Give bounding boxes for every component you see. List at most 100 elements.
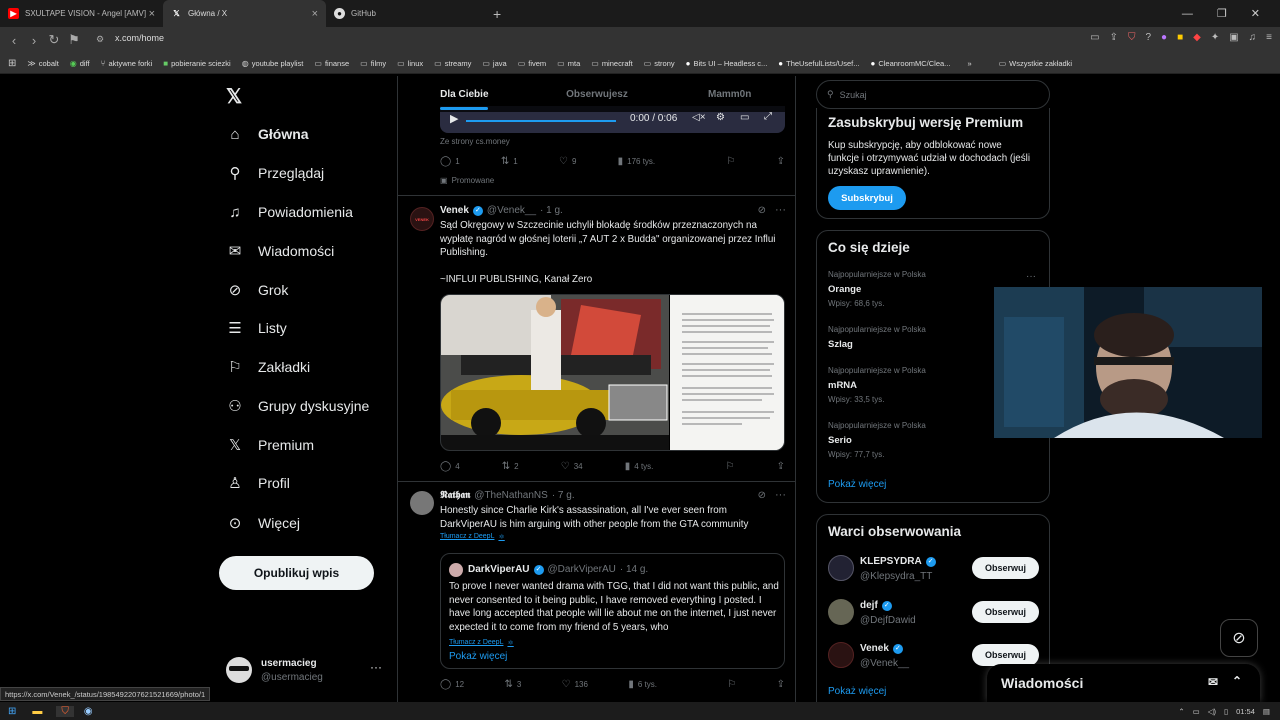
share-button[interactable]: ⇪ xyxy=(777,679,785,690)
bookmark-item[interactable]: ≫ cobalt xyxy=(27,59,58,68)
extension-icon[interactable]: ● xyxy=(1161,32,1167,43)
bookmark-button[interactable]: ⚐ xyxy=(726,156,735,167)
sidebar-item-messages[interactable]: ✉ Wiadomości xyxy=(226,239,335,263)
reply-button[interactable]: ◯ 1 xyxy=(440,156,460,167)
bookmark-folder[interactable]: ▭ linux xyxy=(397,59,423,68)
restore-icon[interactable]: ❐ xyxy=(1217,7,1227,20)
share-button[interactable]: ⇪ xyxy=(777,156,785,167)
post-venek[interactable]: VENEK Venek ✓ @Venek__ · 1 g. ⊘ ··· Sąd … xyxy=(398,197,795,482)
play-icon[interactable]: ▶ xyxy=(450,112,458,125)
views-button[interactable]: ▮ 4 tys. xyxy=(625,461,654,472)
extensions-icon[interactable]: ✦ xyxy=(1211,32,1219,43)
bookmark-item[interactable]: ● Bits UI – Headless c... xyxy=(686,59,768,68)
account-switcher[interactable]: usermacieg @usermacieg ··· xyxy=(226,654,386,690)
show-more-trends[interactable]: Pokaż więcej xyxy=(828,479,886,490)
clock[interactable]: 01:54 xyxy=(1236,707,1255,716)
bookmark-folder[interactable]: ▭ minecraft xyxy=(591,59,632,68)
reply-button[interactable]: ◯ 4 xyxy=(440,461,460,472)
media-photo-2[interactable] xyxy=(670,295,784,450)
sidebar-item-explore[interactable]: ⚲ Przeglądaj xyxy=(226,161,325,185)
bookmark-item[interactable]: ■ pobieranie sciezki xyxy=(163,59,230,68)
post-nathan[interactable]: 𝕹𝖆𝖙𝖍𝖆𝖓 @TheNathanNS · 7 g. ⊘ ··· Honestl… xyxy=(398,483,795,702)
views-button[interactable]: ▮ 176 tys. xyxy=(618,156,656,167)
show-more-follow[interactable]: Pokaż więcej xyxy=(828,686,886,697)
extension-icon[interactable]: ■ xyxy=(1177,32,1183,43)
mute-icon[interactable]: ◁× xyxy=(692,112,706,123)
tab-following[interactable]: Obserwujesz xyxy=(531,76,664,112)
media-photo-1[interactable] xyxy=(441,295,669,450)
more-icon[interactable]: ··· xyxy=(1026,271,1036,282)
pip-icon[interactable]: ▭ xyxy=(740,112,749,123)
grok-icon[interactable]: ⊘ xyxy=(758,490,766,501)
post-button[interactable]: Opublikuj wpis xyxy=(219,556,374,590)
tab-youtube[interactable]: ▶ SXULTAPE VISION - Angel [AMV] × xyxy=(0,0,163,27)
subscribe-button[interactable]: Subskrybuj xyxy=(828,186,906,210)
bookmark-folder[interactable]: ▭ java xyxy=(482,59,506,68)
sidebar-icon[interactable]: ▣ xyxy=(1229,32,1238,43)
explorer-icon[interactable]: ▬ xyxy=(32,706,42,717)
tray-up-icon[interactable]: ⌃ xyxy=(1178,707,1184,716)
sidebar-item-more[interactable]: ⊙ Więcej xyxy=(226,511,300,535)
menu-icon[interactable]: ≡ xyxy=(1266,32,1272,43)
author-name[interactable]: Venek xyxy=(440,205,469,216)
cast-icon[interactable]: ▭ xyxy=(1090,32,1099,43)
site-settings-icon[interactable]: ⚙ xyxy=(96,34,104,45)
tab-x-home[interactable]: 𝕏 Główna / X × xyxy=(163,0,326,27)
start-icon[interactable]: ⊞ xyxy=(8,706,16,717)
bookmark-folder[interactable]: ▭ streamy xyxy=(434,59,471,68)
sidebar-item-bookmarks[interactable]: ⚐ Zakładki xyxy=(226,355,310,379)
sidebar-item-notifications[interactable]: ♫ Powiadomienia xyxy=(226,200,353,224)
search-input[interactable]: ⚲ Szukaj xyxy=(816,80,1050,109)
post-time[interactable]: · 1 g. xyxy=(540,205,563,216)
more-icon[interactable]: ··· xyxy=(370,660,382,674)
sidebar-item-home[interactable]: ⌂ Główna xyxy=(226,122,308,146)
help-icon[interactable]: ? xyxy=(1145,32,1151,43)
reload-icon[interactable]: ↻ xyxy=(44,32,64,48)
author-name[interactable]: 𝕹𝖆𝖙𝖍𝖆𝖓 xyxy=(440,490,470,501)
like-button[interactable]: ♡ 136 xyxy=(562,679,588,690)
follow-button[interactable]: Obserwuj xyxy=(972,644,1039,666)
x-logo-icon[interactable]: 𝕏 xyxy=(226,84,242,109)
grok-float-button[interactable]: ⊘ xyxy=(1220,619,1258,657)
back-icon[interactable]: ‹ xyxy=(4,33,24,48)
bookmark-item[interactable]: ● CleanroomMC/Clea... xyxy=(870,59,950,68)
bookmark-folder[interactable]: ▭ strony xyxy=(644,59,675,68)
sidebar-item-profile[interactable]: ♙ Profil xyxy=(226,471,290,495)
close-tab-icon[interactable]: × xyxy=(149,8,155,20)
new-message-icon[interactable]: ✉ xyxy=(1208,675,1218,689)
bookmark-folder[interactable]: ▭ finanse xyxy=(314,59,349,68)
tab-github[interactable]: ● GitHub xyxy=(326,0,489,27)
translate-link[interactable]: Tłumacz z DeepL ⚛ xyxy=(440,533,505,541)
like-button[interactable]: ♡ 34 xyxy=(561,461,583,472)
follow-item[interactable]: KLEPSYDRA ✓ @Klepsydra_TT Obserwuj xyxy=(817,551,1049,591)
views-button[interactable]: ▮ 6 tys. xyxy=(628,679,657,690)
bookmark-page-icon[interactable]: ⚑ xyxy=(64,32,84,48)
avatar[interactable] xyxy=(410,491,434,515)
more-icon[interactable]: ··· xyxy=(775,204,786,216)
share-icon[interactable]: ⇪ xyxy=(1110,32,1118,43)
tab-for-you[interactable]: Dla Ciebie xyxy=(398,76,531,112)
quoted-post[interactable]: DarkViperAU ✓ @DarkViperAU · 14 g. To pr… xyxy=(440,553,785,669)
tab-list[interactable]: Mamm0n xyxy=(663,76,795,112)
sidebar-item-premium[interactable]: 𝕏 Premium xyxy=(226,433,314,457)
bookmark-item[interactable]: ⑂ aktywne forki xyxy=(101,59,153,68)
reply-button[interactable]: ◯ 12 xyxy=(440,679,464,690)
like-button[interactable]: ♡ 9 xyxy=(559,156,576,167)
show-more-link[interactable]: Pokaż więcej xyxy=(449,651,507,662)
url-input[interactable]: x.com/home xyxy=(115,33,164,43)
bookmark-button[interactable]: ⚐ xyxy=(726,461,735,472)
grok-icon[interactable]: ⊘ xyxy=(758,205,766,216)
repost-button[interactable]: ⇅ 2 xyxy=(502,461,519,472)
sidebar-item-communities[interactable]: ⚇ Grupy dyskusyjne xyxy=(226,394,369,418)
post-media[interactable] xyxy=(440,294,785,451)
bookmark-item[interactable]: ◍ youtube playlist xyxy=(242,59,304,68)
ad-source[interactable]: Ze strony cs.money xyxy=(440,137,510,146)
media-icon[interactable]: ♫ xyxy=(1249,32,1257,43)
avatar[interactable]: VENEK xyxy=(410,207,434,231)
bookmark-item[interactable]: ◉ diff xyxy=(70,59,90,68)
brave-shield-icon[interactable]: ⛉ xyxy=(1128,32,1136,43)
close-tab-icon[interactable]: × xyxy=(312,8,318,20)
minimize-icon[interactable]: — xyxy=(1182,8,1193,20)
bookmark-button[interactable]: ⚐ xyxy=(727,679,736,690)
sidebar-item-lists[interactable]: ☰ Listy xyxy=(226,316,287,340)
